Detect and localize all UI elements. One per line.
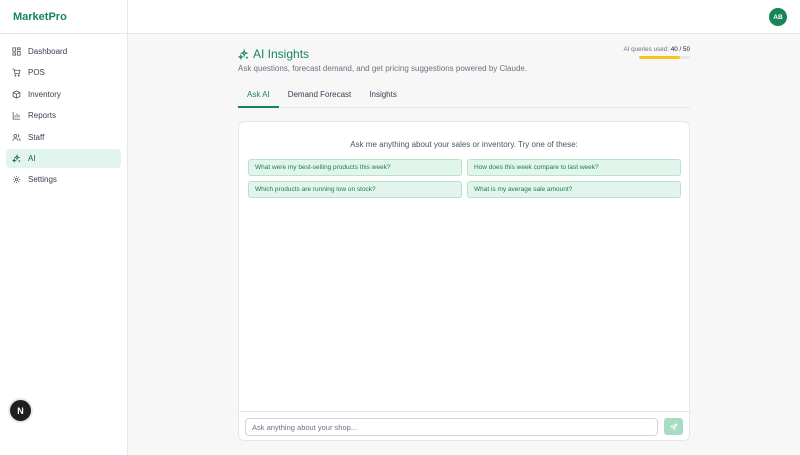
topbar: AB	[128, 0, 800, 34]
sidebar-item-ai[interactable]: AI	[6, 148, 121, 168]
sidebar-item-pos[interactable]: POS	[6, 63, 121, 82]
usage-progress-fill	[639, 56, 680, 59]
sidebar-item-label: Settings	[28, 175, 57, 185]
tab-demand-forecast[interactable]: Demand Forecast	[279, 87, 361, 108]
dashboard-icon	[12, 47, 21, 56]
sidebar-item-staff[interactable]: Staff	[6, 128, 121, 147]
sidebar-item-reports[interactable]: Reports	[6, 106, 121, 125]
send-button[interactable]	[664, 418, 683, 435]
box-icon	[12, 90, 21, 99]
tab-insights[interactable]: Insights	[360, 87, 406, 108]
suggestion-button[interactable]: What is my average sale amount?	[467, 181, 681, 198]
send-icon	[669, 422, 678, 431]
avatar[interactable]: AB	[769, 8, 787, 26]
suggestion-button[interactable]: How does this week compare to last week?	[467, 159, 681, 176]
sidebar-item-label: POS	[28, 68, 45, 78]
sidebar-item-label: Staff	[28, 132, 45, 142]
chat-input[interactable]	[245, 418, 658, 436]
bar-chart-icon	[12, 111, 21, 120]
page-subtitle: Ask questions, forecast demand, and get …	[238, 64, 528, 73]
chat-prompt: Ask me anything about your sales or inve…	[350, 140, 578, 149]
sidebar-nav: Dashboard POS Inventory Reports Staff AI…	[0, 34, 127, 200]
main-content: AI Insights Ask questions, forecast dema…	[238, 44, 690, 108]
tab-bar: Ask AI Demand Forecast Insights	[238, 87, 690, 108]
gear-icon	[12, 175, 21, 184]
sparkles-icon	[12, 153, 21, 163]
sidebar-item-settings[interactable]: Settings	[6, 170, 121, 189]
usage-progress-bar	[639, 56, 690, 59]
users-icon	[12, 133, 21, 142]
suggestion-button[interactable]: What were my best-selling products this …	[248, 159, 462, 176]
chat-panel: Ask me anything about your sales or inve…	[238, 121, 691, 441]
nextjs-dev-badge[interactable]: N	[10, 400, 31, 421]
sidebar-item-inventory[interactable]: Inventory	[6, 85, 121, 104]
sidebar-item-label: Reports	[28, 111, 57, 121]
sidebar-item-label: Inventory	[28, 89, 61, 99]
tab-ask-ai[interactable]: Ask AI	[238, 87, 279, 108]
sidebar: MarketPro Dashboard POS Inventory Report…	[0, 0, 128, 455]
cart-icon	[12, 68, 21, 77]
sidebar-item-label: Dashboard	[28, 47, 68, 56]
brand-logo[interactable]: MarketPro	[0, 0, 127, 34]
suggestion-list: What were my best-selling products this …	[248, 159, 682, 198]
chat-input-row	[239, 411, 691, 441]
usage-value: 40 / 50	[670, 46, 690, 53]
sparkles-icon	[238, 48, 249, 60]
page-title: AI Insights	[253, 47, 310, 61]
usage-meter: AI queries used: 40 / 50	[580, 46, 690, 59]
sidebar-item-label: AI	[28, 153, 36, 163]
usage-label: AI queries used:	[623, 46, 669, 53]
suggestion-button[interactable]: Which products are running low on stock?	[248, 181, 462, 198]
sidebar-item-dashboard[interactable]: Dashboard	[6, 42, 121, 61]
